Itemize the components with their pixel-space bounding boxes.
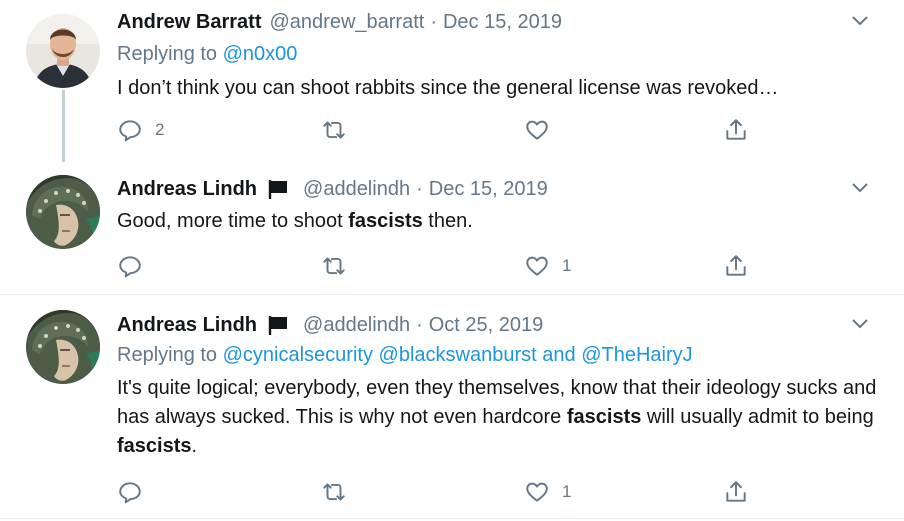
replying-to-label: Replying to (117, 43, 218, 65)
tweet-text: Good, more time to shoot fascists then. (117, 207, 877, 236)
reply-icon (119, 256, 141, 278)
author-handle[interactable]: @addelindh (303, 178, 410, 201)
header-separator: · (430, 10, 437, 33)
replying-to-line: Replying to @cynicalsecurity @blackswanb… (117, 344, 693, 367)
like-count: 1 (562, 482, 572, 501)
replying-to-label: Replying to (117, 344, 218, 366)
like-button[interactable]: 1 (524, 251, 571, 281)
chevron-down-icon (852, 319, 868, 329)
reply-button[interactable] (117, 251, 155, 281)
retweet-button[interactable] (321, 477, 359, 507)
like-button[interactable] (524, 115, 562, 145)
flag-icon (267, 178, 289, 200)
mention-link[interactable]: @cynicalsecurity (223, 344, 373, 366)
tweet-text-part: Good, more time to shoot (117, 210, 349, 232)
author-handle[interactable]: @andrew_barratt (269, 11, 424, 34)
heart-icon (526, 482, 548, 502)
retweet-icon (323, 121, 345, 139)
more-options-button[interactable] (846, 9, 874, 33)
header-separator: · (416, 313, 423, 336)
avatar-andrew-barratt[interactable] (26, 14, 100, 88)
author-name[interactable]: Andrew Barratt (117, 11, 261, 34)
tweet-andreas-lindh-reply[interactable]: Andreas Lindh @addelindh · Dec 15, 2019 … (0, 165, 904, 293)
share-button[interactable] (723, 477, 749, 507)
tweet-text-bold: fascists (566, 406, 642, 428)
like-count: 1 (562, 256, 572, 275)
reply-button[interactable]: 2 (117, 115, 164, 145)
tweet-actions: 1 (117, 477, 777, 507)
tweet-date[interactable]: Oct 25, 2019 (429, 314, 544, 337)
tweet-text: It's quite logical; everybody, even they… (117, 374, 877, 461)
share-icon (726, 481, 746, 502)
thread-connector-line (62, 90, 65, 162)
author-name[interactable]: Andreas Lindh (117, 314, 257, 337)
mention-link[interactable]: @TheHairyJ (581, 344, 692, 366)
like-button[interactable]: 1 (524, 477, 571, 507)
author-name[interactable]: Andreas Lindh (117, 178, 257, 201)
chevron-down-icon (852, 16, 868, 26)
more-options-button[interactable] (846, 312, 874, 336)
tweet-header: Andreas Lindh @addelindh · Dec 15, 2019 (117, 174, 548, 204)
tweet-date[interactable]: Dec 15, 2019 (443, 11, 562, 34)
retweet-icon (323, 257, 345, 275)
tweet-header: Andrew Barratt @andrew_barratt · Dec 15,… (117, 7, 562, 37)
share-button[interactable] (723, 251, 749, 281)
tweet-actions: 1 (117, 251, 777, 281)
reply-icon (119, 482, 141, 504)
tweet-text-part: then. (422, 210, 473, 232)
reply-button[interactable] (117, 477, 155, 507)
retweet-button[interactable] (321, 251, 359, 281)
retweet-icon (323, 483, 345, 501)
avatar-andreas-lindh[interactable] (26, 310, 100, 384)
heart-icon (526, 256, 548, 276)
tweet-text-bold: fascists (117, 435, 192, 457)
more-options-button[interactable] (846, 176, 874, 200)
author-handle[interactable]: @addelindh (303, 314, 410, 337)
tweet-text: I don’t think you can shoot rabbits sinc… (117, 77, 779, 99)
mention-and[interactable]: and (542, 344, 575, 366)
mention-link[interactable]: @n0x00 (223, 43, 298, 65)
tweet-header: Andreas Lindh @addelindh · Oct 25, 2019 (117, 310, 543, 340)
retweet-button[interactable] (321, 115, 359, 145)
flag-icon (267, 314, 289, 336)
tweet-andreas-lindh[interactable]: Andreas Lindh @addelindh · Oct 25, 2019 … (0, 295, 904, 521)
tweet-andrew-barratt[interactable]: Andrew Barratt @andrew_barratt · Dec 15,… (0, 0, 904, 165)
tweet-body: Andreas Lindh @addelindh · Oct 25, 2019 … (117, 310, 884, 515)
replying-to-line: Replying to @n0x00 (117, 43, 297, 66)
avatar-andreas-lindh[interactable] (26, 175, 100, 249)
tweet-divider (0, 518, 904, 519)
tweet-body: Andrew Barratt @andrew_barratt · Dec 15,… (117, 7, 884, 157)
share-button[interactable] (723, 115, 749, 145)
share-icon (726, 255, 746, 276)
tweet-actions: 2 (117, 115, 777, 145)
reply-icon (119, 120, 141, 142)
header-separator: · (416, 177, 423, 200)
chevron-down-icon (852, 183, 868, 193)
tweet-text-bold: fascists (348, 210, 423, 232)
tweet-body: Andreas Lindh @addelindh · Dec 15, 2019 … (117, 174, 884, 286)
tweet-text-part: will usually admit to being (641, 406, 874, 428)
heart-icon (526, 120, 548, 140)
reply-count: 2 (155, 120, 165, 139)
tweet-text-part: . (191, 435, 198, 457)
mention-link[interactable]: @blackswanburst (379, 344, 537, 366)
tweet-date[interactable]: Dec 15, 2019 (429, 178, 548, 201)
share-icon (726, 119, 746, 140)
